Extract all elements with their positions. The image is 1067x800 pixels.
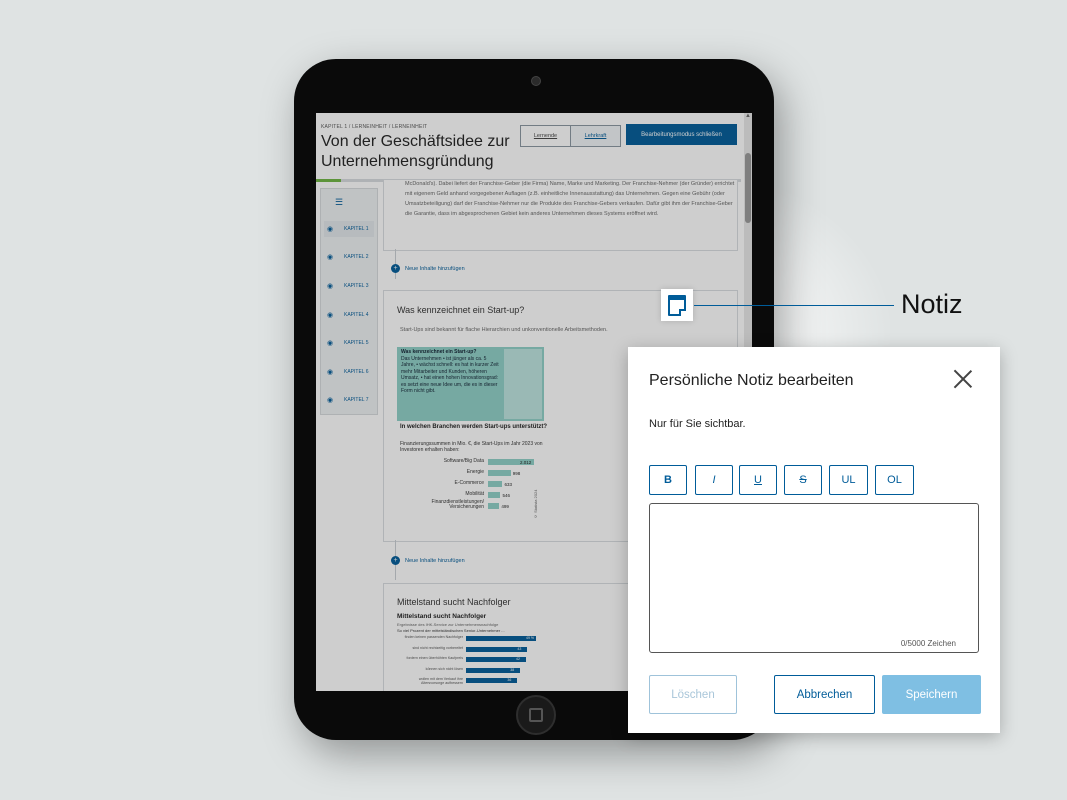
successor-bar-value: 49 % xyxy=(526,636,534,640)
successor-bar-value: 38 xyxy=(510,667,515,672)
eye-icon: ◉ xyxy=(327,283,334,290)
page-title: Von der Geschäftsidee zur Unternehmensgr… xyxy=(321,133,510,170)
note-button[interactable] xyxy=(661,289,693,321)
eye-icon: ◉ xyxy=(327,254,334,261)
sidebar-item-chapter-7[interactable]: ◉ KAPITEL 7 xyxy=(324,392,374,408)
startup-bar xyxy=(488,492,501,498)
sidebar: ☰ ◉ KAPITEL 1 ◉ KAPITEL 2 ◉ KAPITEL 3 ◉ KAPI… xyxy=(320,188,378,415)
eye-icon: ◉ xyxy=(327,397,334,404)
startup-bar-value: 499 xyxy=(501,504,509,509)
scroll-thumb[interactable] xyxy=(745,153,751,223)
camera-icon xyxy=(531,76,541,86)
startup-bar-label: E-Commerce xyxy=(454,480,484,486)
successor-chart-title: Mittelstand sucht Nachfolger xyxy=(397,613,487,620)
breadcrumb: KAPITEL 1 / LERNEINHEIT / LERNEINHEIT xyxy=(321,124,428,130)
plus-icon: + xyxy=(391,556,400,565)
successor-bar-label: können sich nicht lösen xyxy=(425,666,463,671)
startup-card-subtitle: Start-Ups sind bekannt für flache Hierar… xyxy=(400,327,608,333)
plus-icon: + xyxy=(391,264,400,273)
paragraph-text: McDonald's). Dabei liefert der Franchise… xyxy=(405,181,735,217)
format-strikethrough-button[interactable]: S xyxy=(784,465,822,495)
successor-card-title: Mittelstand sucht Nachfolger xyxy=(397,597,511,607)
home-button[interactable] xyxy=(516,695,556,735)
delete-button[interactable]: Löschen xyxy=(649,675,737,714)
sidebar-item-chapter-6[interactable]: ◉ KAPITEL 6 xyxy=(324,364,374,380)
startup-bar xyxy=(488,503,500,509)
startup-bar-value: 2.012 xyxy=(519,460,532,465)
format-underline-button[interactable]: U xyxy=(739,465,777,495)
note-icon xyxy=(668,294,686,316)
infobox-title: Was kennzeichnet ein Start-up? xyxy=(401,349,477,355)
successor-bar-label: finden keinen passenden Nachfolger xyxy=(404,635,463,639)
eye-icon: ◉ xyxy=(327,226,334,233)
save-button[interactable]: Speichern xyxy=(882,675,981,714)
eye-icon: ◉ xyxy=(327,369,334,376)
eye-icon: ◉ xyxy=(327,340,334,347)
startup-bar-value: 998 xyxy=(512,471,521,476)
callout-label: Notiz xyxy=(901,289,963,319)
format-ordered-list-button[interactable]: OL xyxy=(875,465,914,495)
note-modal: Persönliche Notiz bearbeiten Nur für Sie… xyxy=(628,347,1000,733)
format-bold-button[interactable]: B xyxy=(649,465,687,495)
startup-bar-label: Finanzdienstleistungen/ Versicherungen xyxy=(431,499,484,510)
startup-bar-label: Software/Big Data xyxy=(443,458,484,464)
progress-fill xyxy=(316,179,341,182)
startup-bar-value: 633 xyxy=(504,482,512,487)
successor-bar-value: 43 xyxy=(517,646,522,651)
startup-bar-label: Energie xyxy=(466,469,484,475)
sidebar-item-chapter-5[interactable]: ◉ KAPITEL 5 xyxy=(324,335,374,351)
mode-teacher-tab[interactable]: Lehrkraft xyxy=(570,126,620,146)
format-italic-button[interactable]: I xyxy=(695,465,733,495)
infobox-text: Das Unternehmen • ist jünger als ca. 5 J… xyxy=(401,355,499,395)
startup-chart-title: In welchen Branchen werden Start-ups unt… xyxy=(400,424,548,430)
successor-chart-subtitle: Ergebnisse des IHK-Service zur Unternehm… xyxy=(397,622,499,627)
character-counter: 0/5000 Zeichen xyxy=(900,639,956,648)
sidebar-item-chapter-1[interactable]: ◉ KAPITEL 1 xyxy=(324,221,374,237)
sidebar-item-chapter-3[interactable]: ◉ KAPITEL 3 xyxy=(324,278,374,294)
format-unordered-list-button[interactable]: UL xyxy=(829,465,868,495)
mode-toggle[interactable]: Lernende Lehrkraft xyxy=(520,125,621,147)
mode-learner-tab[interactable]: Lernende xyxy=(521,126,570,146)
startup-infobox: Was kennzeichnet ein Start-up? Das Unter… xyxy=(397,347,544,421)
startup-bar xyxy=(488,481,503,487)
add-content-row-1[interactable]: + Neue Inhalte hinzufügen xyxy=(391,264,465,273)
sidebar-item-chapter-4[interactable]: ◉ KAPITEL 4 xyxy=(324,307,374,323)
callout-line xyxy=(694,305,894,306)
eye-icon: ◉ xyxy=(327,312,334,319)
add-content-row-2[interactable]: + Neue Inhalte hinzufügen xyxy=(391,556,465,565)
cancel-button[interactable]: Abbrechen xyxy=(774,675,875,714)
modal-title: Persönliche Notiz bearbeiten xyxy=(649,372,854,389)
note-textarea[interactable]: 0/5000 Zeichen xyxy=(649,503,979,653)
close-icon[interactable] xyxy=(952,368,974,390)
home-button-icon xyxy=(529,708,543,722)
successor-bar-value: 36 xyxy=(507,678,512,682)
startup-bar-value: 546 xyxy=(502,493,510,498)
modal-subtitle: Nur für Sie sichtbar. xyxy=(649,418,746,430)
sidebar-item-chapter-2[interactable]: ◉ KAPITEL 2 xyxy=(324,249,374,265)
startup-card-title: Was kennzeichnet ein Start-up? xyxy=(397,305,525,315)
successor-bar-label: fordern einen überhöhten Kaufpreis xyxy=(406,656,463,660)
startup-chart-subtitle: Finanzierungssummen in Mio. €, die Start… xyxy=(400,441,543,453)
startup-bar xyxy=(488,470,511,476)
startup-chart-source: © Statista 2024 xyxy=(533,489,538,519)
rocket-illustration xyxy=(504,349,542,419)
close-edit-mode-button[interactable]: Bearbeitungsmodus schließen xyxy=(626,124,737,145)
successor-bar-label: sind nicht rechtzeitig vorbereitet xyxy=(412,645,463,650)
startup-bar-label: Mobilität xyxy=(465,491,484,497)
successor-bar-value: 42 xyxy=(516,657,520,661)
table-of-contents-icon[interactable]: ☰ xyxy=(335,197,343,208)
successor-chart-subtitle-2: So viel Prozent der mittelständischen Se… xyxy=(397,628,505,633)
scroll-up-icon[interactable]: ▲ xyxy=(744,113,752,119)
successor-bar-label: wollen mit dem Verkauf ihre Altersvorsor… xyxy=(418,677,463,685)
